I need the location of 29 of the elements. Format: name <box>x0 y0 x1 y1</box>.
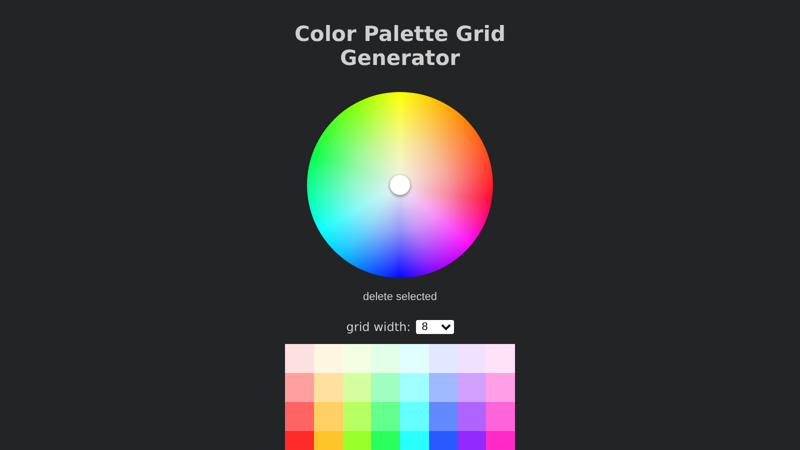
color-swatch[interactable] <box>400 344 429 373</box>
color-swatch[interactable] <box>458 344 486 373</box>
color-swatch[interactable] <box>458 373 486 402</box>
color-swatch[interactable] <box>285 344 314 373</box>
color-swatch[interactable] <box>371 402 400 431</box>
color-swatch[interactable] <box>458 402 486 431</box>
color-swatch[interactable] <box>400 402 429 431</box>
color-swatch[interactable] <box>342 373 372 402</box>
color-swatch[interactable] <box>428 402 458 431</box>
color-swatch[interactable] <box>486 344 515 373</box>
color-swatch[interactable] <box>342 344 372 373</box>
color-swatch[interactable] <box>371 373 400 402</box>
color-swatch[interactable] <box>371 344 400 373</box>
grid-width-select[interactable]: 8 <box>416 320 454 334</box>
color-swatch[interactable] <box>314 373 342 402</box>
page-title: Color Palette Grid Generator <box>293 22 507 70</box>
color-swatch[interactable] <box>486 402 515 431</box>
wheel-handle[interactable] <box>390 175 410 195</box>
color-swatch[interactable] <box>400 373 429 402</box>
color-swatch[interactable] <box>342 402 372 431</box>
grid-width-label: grid width: <box>346 320 411 334</box>
color-swatch[interactable] <box>428 344 458 373</box>
delete-button[interactable]: delete selected <box>363 291 437 303</box>
color-swatch[interactable] <box>486 373 515 402</box>
color-swatch[interactable] <box>285 373 314 402</box>
color-swatch[interactable] <box>285 402 314 431</box>
color-swatch[interactable] <box>314 344 342 373</box>
color-swatch[interactable] <box>428 373 458 402</box>
color-swatch[interactable] <box>314 402 342 431</box>
